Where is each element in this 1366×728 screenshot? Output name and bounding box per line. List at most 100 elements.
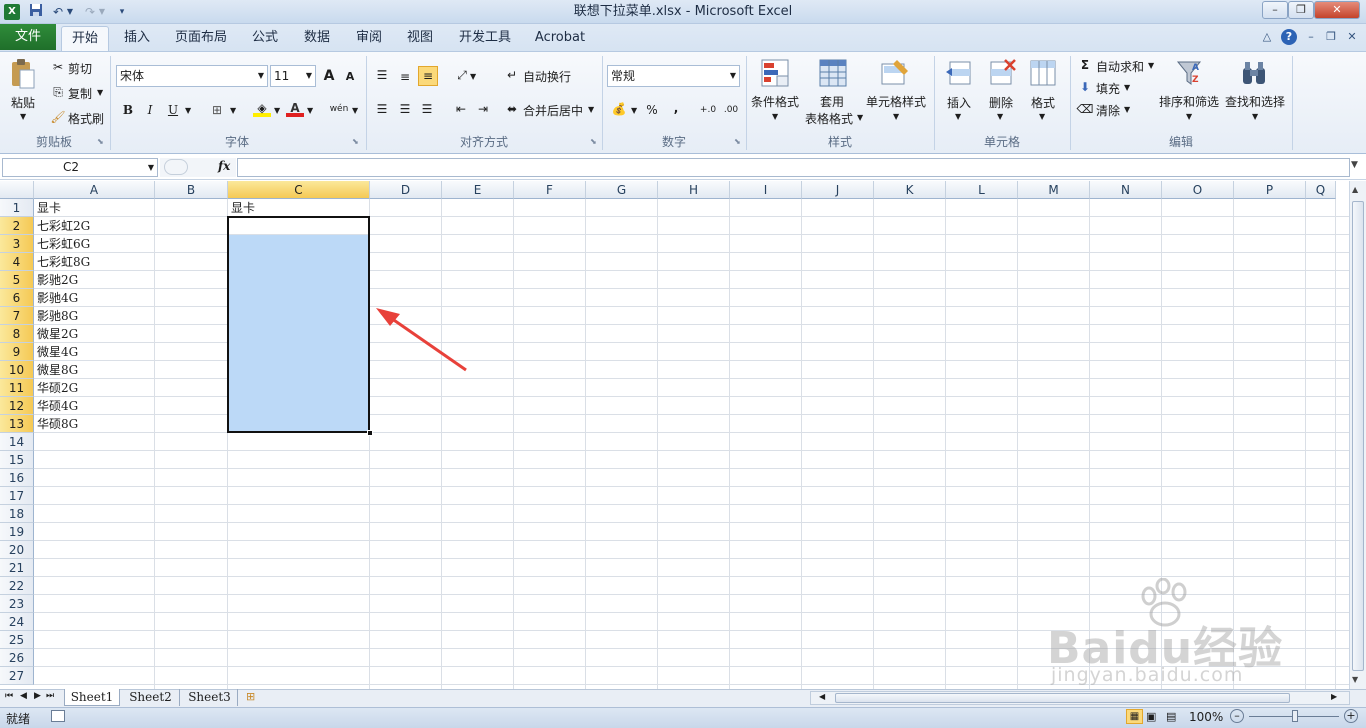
scroll-left-icon[interactable]: ◀ [819, 692, 825, 701]
format-as-table-label-1[interactable]: 套用 [820, 93, 844, 110]
decrease-decimal-icon[interactable]: .00 [720, 101, 742, 119]
row-header-9[interactable]: 9 [0, 343, 34, 361]
cut-icon[interactable]: ✂ [49, 58, 67, 76]
format-painter-icon[interactable]: 🖌 [49, 108, 67, 126]
chevron-down-icon[interactable]: ▼ [306, 66, 312, 86]
row-header-4[interactable]: 4 [0, 253, 34, 271]
cut-button[interactable]: 剪切 [68, 60, 92, 77]
cell-styles-icon[interactable] [880, 58, 910, 88]
column-header-b[interactable]: B [155, 181, 228, 199]
font-size-box[interactable]: 11 ▼ [270, 65, 316, 87]
align-right-icon[interactable]: ☰ [418, 100, 436, 118]
copy-dropdown-icon[interactable]: ▼ [97, 88, 103, 97]
format-cells-icon[interactable] [1028, 58, 1058, 88]
phonetic-dropdown-icon[interactable]: ▼ [352, 106, 358, 115]
row-header-23[interactable]: 23 [0, 595, 34, 613]
vertical-scrollbar[interactable]: ▲ ▼ [1349, 181, 1366, 689]
paste-button[interactable]: 粘贴 [11, 94, 35, 111]
cell-a3[interactable]: 七彩虹6G [34, 235, 155, 253]
row-header-21[interactable]: 21 [0, 559, 34, 577]
row-header-22[interactable]: 22 [0, 577, 34, 595]
number-format-box[interactable]: 常规 ▼ [607, 65, 740, 87]
cell-a13[interactable]: 华硕8G [34, 415, 155, 433]
chevron-down-icon[interactable]: ▼ [258, 66, 264, 86]
close-button[interactable]: ✕ [1314, 1, 1360, 19]
normal-view-icon[interactable]: ▦ [1126, 709, 1143, 724]
tab-view[interactable]: 视图 [401, 26, 439, 52]
format-cells-button[interactable]: 格式 [1031, 94, 1055, 111]
increase-indent-icon[interactable]: ⇥ [474, 100, 492, 118]
merge-center-icon[interactable]: ⬌ [503, 100, 521, 118]
row-header-14[interactable]: 14 [0, 433, 34, 451]
row-header-20[interactable]: 20 [0, 541, 34, 559]
fill-color-icon[interactable]: ◈ [253, 99, 271, 117]
row-header-13[interactable]: 13 [0, 415, 34, 433]
currency-icon[interactable]: 💰 [610, 100, 628, 118]
paste-dropdown-icon[interactable]: ▼ [20, 112, 26, 121]
delete-cells-icon[interactable] [987, 58, 1017, 88]
sort-filter-button[interactable]: 排序和筛选 [1159, 93, 1219, 110]
doc-close-icon[interactable]: ✕ [1344, 29, 1360, 45]
cell-c1[interactable]: 显卡 [228, 199, 370, 217]
row-header-3[interactable]: 3 [0, 235, 34, 253]
cell-a11[interactable]: 华硕2G [34, 379, 155, 397]
borders-dropdown-icon[interactable]: ▼ [230, 106, 236, 115]
row-header-27[interactable]: 27 [0, 667, 34, 685]
column-header-l[interactable]: L [946, 181, 1018, 199]
excel-app-icon[interactable]: X [4, 4, 20, 20]
row-header-12[interactable]: 12 [0, 397, 34, 415]
sort-filter-icon[interactable]: AZ [1174, 58, 1204, 88]
column-header-i[interactable]: I [730, 181, 802, 199]
chevron-down-icon[interactable]: ▼ [148, 159, 154, 176]
conditional-dropdown-icon[interactable]: ▼ [772, 112, 778, 121]
minimize-button[interactable]: – [1262, 1, 1288, 19]
autosum-dropdown-icon[interactable]: ▼ [1148, 61, 1154, 70]
align-top-icon[interactable]: ☰ [373, 66, 391, 84]
column-header-g[interactable]: G [586, 181, 658, 199]
tab-review[interactable]: 审阅 [350, 26, 388, 52]
font-color-icon[interactable]: A [286, 99, 304, 117]
horizontal-scroll-thumb[interactable] [835, 693, 1290, 703]
font-color-dropdown-icon[interactable]: ▼ [307, 106, 313, 115]
column-header-d[interactable]: D [370, 181, 442, 199]
font-launcher-icon[interactable]: ⬊ [352, 137, 361, 146]
decrease-indent-icon[interactable]: ⇤ [452, 100, 470, 118]
next-sheet-icon[interactable]: ▶ [34, 691, 41, 701]
format-as-table-icon[interactable] [818, 58, 848, 88]
zoom-slider-thumb[interactable] [1292, 710, 1298, 722]
last-sheet-icon[interactable]: ⏭ [46, 691, 54, 701]
formula-splitter-icon[interactable] [164, 159, 188, 175]
column-header-h[interactable]: H [658, 181, 730, 199]
clear-icon[interactable]: ⌫ [1076, 100, 1094, 118]
find-select-icon[interactable] [1239, 58, 1269, 88]
autosum-button[interactable]: 自动求和 [1096, 58, 1144, 75]
expand-formula-bar-icon[interactable]: ▼ [1351, 160, 1358, 170]
column-header-f[interactable]: F [514, 181, 586, 199]
number-launcher-icon[interactable]: ⬊ [734, 137, 743, 146]
row-header-24[interactable]: 24 [0, 613, 34, 631]
sheet-tab-sheet3[interactable]: Sheet3 [182, 689, 238, 706]
row-header-15[interactable]: 15 [0, 451, 34, 469]
customize-qat-icon[interactable]: ▾ [116, 3, 128, 21]
alignment-launcher-icon[interactable]: ⬊ [590, 137, 599, 146]
tab-insert[interactable]: 插入 [116, 26, 158, 52]
orientation-icon[interactable]: ⤢ [453, 66, 471, 84]
save-icon[interactable] [27, 3, 45, 21]
page-layout-view-icon[interactable]: ▣ [1146, 710, 1156, 723]
copy-button[interactable]: 复制 [68, 85, 92, 102]
insert-function-icon[interactable]: fx [218, 159, 230, 173]
orientation-dropdown-icon[interactable]: ▼ [470, 72, 476, 81]
tab-developer[interactable]: 开发工具 [452, 26, 518, 52]
row-header-16[interactable]: 16 [0, 469, 34, 487]
cell-a1[interactable]: 显卡 [34, 199, 155, 217]
insert-cells-icon[interactable] [944, 58, 974, 88]
insert-sheet-icon[interactable]: ⊞ [246, 690, 255, 703]
shrink-font-icon[interactable]: A [341, 68, 359, 86]
cell-a8[interactable]: 微星2G [34, 325, 155, 343]
delete-cells-button[interactable]: 删除 [989, 94, 1013, 111]
tab-home[interactable]: 开始 [61, 26, 109, 52]
cell-a9[interactable]: 微星4G [34, 343, 155, 361]
clipboard-launcher-icon[interactable]: ⬊ [97, 137, 106, 146]
fill-button[interactable]: 填充 [1096, 80, 1120, 97]
underline-dropdown-icon[interactable]: ▼ [185, 106, 191, 115]
